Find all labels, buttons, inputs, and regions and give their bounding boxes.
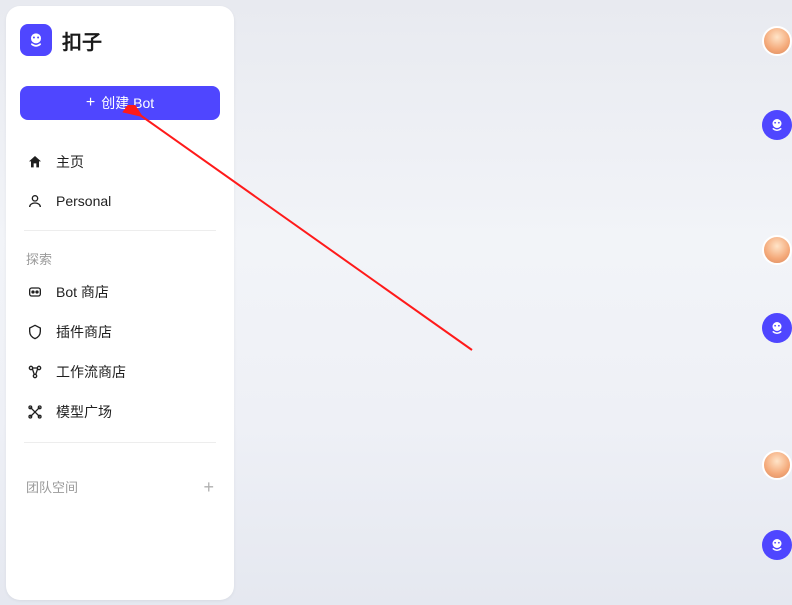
team-section-label: 团队空间 [26, 477, 78, 496]
nav-bot-store-label: Bot 商店 [56, 282, 109, 302]
model-square-icon [26, 403, 44, 421]
nav-personal[interactable]: Personal [20, 182, 220, 220]
avatar-bot[interactable] [762, 313, 792, 343]
nav-workflow-store-label: 工作流商店 [56, 362, 126, 382]
divider [24, 230, 216, 231]
nav-workflow-store[interactable]: 工作流商店 [20, 352, 220, 392]
avatar-user[interactable] [762, 450, 792, 480]
plus-icon: + [86, 95, 95, 111]
avatar-user[interactable] [762, 26, 792, 56]
person-icon [26, 192, 44, 210]
workflow-store-icon [26, 363, 44, 381]
nav-plugin-store[interactable]: 插件商店 [20, 312, 220, 352]
nav-model-square-label: 模型广场 [56, 402, 112, 422]
brand-title: 扣子 [62, 26, 102, 55]
avatar-bot[interactable] [762, 530, 792, 560]
sidebar: 扣子 + 创建 Bot 主页 Personal 探索 Bot 商店 插件商店 [6, 6, 234, 600]
home-icon [26, 153, 44, 171]
plugin-store-icon [26, 323, 44, 341]
team-section-header: 团队空间 + [20, 471, 220, 502]
nav-home-label: 主页 [56, 152, 84, 172]
divider [24, 442, 216, 443]
avatar-bot[interactable] [762, 110, 792, 140]
brand-logo-icon [20, 24, 52, 56]
right-avatar-column [760, 0, 792, 605]
explore-section-label: 探索 [20, 241, 220, 272]
add-team-button[interactable]: + [203, 478, 214, 496]
create-bot-button[interactable]: + 创建 Bot [20, 86, 220, 120]
nav-plugin-store-label: 插件商店 [56, 322, 112, 342]
create-bot-label: 创建 Bot [101, 93, 154, 113]
nav-model-square[interactable]: 模型广场 [20, 392, 220, 432]
nav-personal-label: Personal [56, 193, 111, 209]
brand-header: 扣子 [20, 24, 220, 56]
nav-home[interactable]: 主页 [20, 142, 220, 182]
bot-store-icon [26, 283, 44, 301]
avatar-user[interactable] [762, 235, 792, 265]
nav-bot-store[interactable]: Bot 商店 [20, 272, 220, 312]
